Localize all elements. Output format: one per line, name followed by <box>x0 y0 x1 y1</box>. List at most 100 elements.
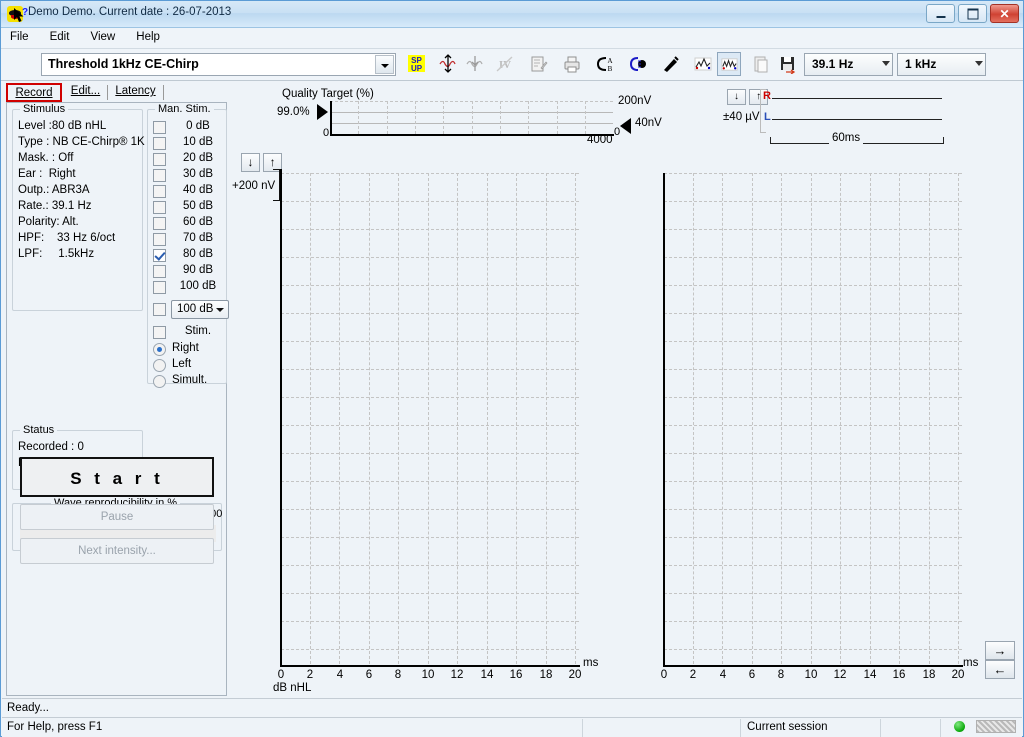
status-group-label: Status <box>20 424 58 436</box>
tab-edit[interactable]: Edit... <box>64 83 107 102</box>
menu-item-file[interactable]: File <box>1 28 38 43</box>
message-bar: Ready... <box>2 698 1022 717</box>
checkbox-30db[interactable] <box>153 169 166 182</box>
level-row-80db[interactable]: 80 dB <box>153 248 225 264</box>
stimulus-mask-label: Mask. : <box>18 152 56 164</box>
waveform-amplitude-label: +200 nV <box>232 180 276 192</box>
waveform-expand-icon[interactable] <box>436 52 460 76</box>
custom-level-value: 100 dB <box>177 303 214 315</box>
checkbox-0db[interactable] <box>153 121 166 134</box>
report-icon[interactable] <box>527 52 551 76</box>
stim-row[interactable]: Stim. <box>153 325 225 341</box>
level-label-0db: 0 dB <box>186 120 210 132</box>
quality-target-residual-value: 40nV <box>635 117 662 129</box>
level-label-50db: 50 dB <box>182 200 214 212</box>
stimulus-rate-value: 39.1 Hz <box>51 200 92 212</box>
radio-simult[interactable] <box>153 375 166 388</box>
stimulus-polarity-label: Polarity: <box>18 216 60 228</box>
chevron-down-icon[interactable] <box>216 308 224 312</box>
waveform-right-plot[interactable] <box>664 173 962 664</box>
c-contrast-icon[interactable] <box>626 52 650 76</box>
stimulus-type-value: NB CE-Chirp® 1K <box>52 136 145 148</box>
fmp-icon[interactable]: IV <box>493 52 517 76</box>
checkbox-stim[interactable] <box>153 326 166 339</box>
x-tick-8: 8 <box>777 669 785 681</box>
svg-text:IV: IV <box>499 59 511 71</box>
context-help-icon[interactable]: ? <box>11 6 33 27</box>
checkbox-50db[interactable] <box>153 201 166 214</box>
checkbox-40db[interactable] <box>153 185 166 198</box>
tab-latency[interactable]: Latency <box>110 83 161 102</box>
chevron-down-icon[interactable] <box>975 61 983 66</box>
checkbox-60db[interactable] <box>153 217 166 230</box>
quality-target-percent: 99.0% <box>277 106 310 118</box>
radio-right[interactable] <box>153 343 166 356</box>
level-row-100db[interactable]: 100 dB <box>153 280 225 296</box>
print-icon[interactable] <box>560 52 584 76</box>
status-bar: For Help, press F1 Current session <box>2 717 1022 737</box>
ab-compare-icon[interactable]: A B <box>593 52 617 76</box>
tab-record[interactable]: Record <box>6 83 62 102</box>
checkbox-70db[interactable] <box>153 233 166 246</box>
level-row-70db[interactable]: 70 dB <box>153 232 225 248</box>
x-tick-18: 18 <box>922 669 936 681</box>
eeg-scale-value: ±40 µV <box>723 111 760 123</box>
chevron-down-icon[interactable] <box>375 55 394 74</box>
navigation-buttons: → ← <box>985 641 1015 679</box>
level-label-60db: 60 dB <box>182 216 214 228</box>
manual-stimulus-group: Man. Stim. 0 dB 10 dB 20 dB 30 dB 40 dB … <box>147 103 229 388</box>
message-bar-text: Ready... <box>7 702 49 714</box>
level-row-20db[interactable]: 20 dB <box>153 152 225 168</box>
cursor-marker-icon[interactable] <box>659 52 683 76</box>
quality-target-x-max: 4000 <box>587 134 613 146</box>
chevron-down-icon[interactable] <box>882 61 890 66</box>
level-row-50db[interactable]: 50 dB <box>153 200 225 216</box>
level-row-custom[interactable]: 100 dB <box>153 300 229 322</box>
waveform-left-plot[interactable] <box>281 173 579 664</box>
menu-item-view[interactable]: View <box>81 28 124 43</box>
waveform-single-icon[interactable] <box>691 52 715 76</box>
stimulus-ear-value: Right <box>48 168 76 180</box>
eeg-scale-down-button[interactable]: ↓ <box>727 89 746 105</box>
checkbox-20db[interactable] <box>153 153 166 166</box>
checkbox-80db[interactable] <box>153 249 166 262</box>
checkbox-custom-level[interactable] <box>153 303 166 316</box>
rate-combo[interactable]: 39.1 Hz <box>804 53 893 76</box>
maximize-button[interactable] <box>958 4 987 23</box>
x-tick-2: 2 <box>689 669 697 681</box>
close-button[interactable]: ✕ <box>990 4 1019 23</box>
checkbox-10db[interactable] <box>153 137 166 150</box>
waveform-scale-down-button[interactable]: ↓ <box>241 153 260 172</box>
level-row-30db[interactable]: 30 dB <box>153 168 225 184</box>
paste-icon[interactable] <box>749 52 773 76</box>
rate-combo-value: 39.1 Hz <box>812 57 854 71</box>
waveform-multi-icon[interactable] <box>717 52 741 76</box>
level-label-70db: 70 dB <box>182 232 214 244</box>
sp-up-icon[interactable]: SP UP <box>404 52 428 76</box>
level-row-10db[interactable]: 10 dB <box>153 136 225 152</box>
minimize-button[interactable] <box>926 4 955 23</box>
eeg-left-label: L <box>764 111 771 123</box>
frequency-combo[interactable]: 1 kHz <box>897 53 986 76</box>
menu-item-edit[interactable]: Edit <box>41 28 79 43</box>
level-row-60db[interactable]: 60 dB <box>153 216 225 232</box>
menu-item-help[interactable]: Help <box>127 28 169 43</box>
stimulus-lpf-value: 1.5kHz <box>58 248 95 260</box>
custom-level-combo[interactable]: 100 dB <box>171 300 229 319</box>
waveform-collapse-icon[interactable] <box>463 52 487 76</box>
protocol-combo[interactable]: Threshold 1kHz CE-Chirp <box>41 53 396 76</box>
radio-left[interactable] <box>153 359 166 372</box>
quality-target-marker-icon <box>317 104 328 120</box>
next-curve-button[interactable]: → <box>985 641 1015 660</box>
x-tick-6: 6 <box>748 669 756 681</box>
start-button[interactable]: S t a r t <box>20 457 214 497</box>
checkbox-100db[interactable] <box>153 281 166 294</box>
previous-curve-button[interactable]: ← <box>985 660 1015 679</box>
next-intensity-button[interactable]: Next intensity... <box>20 538 214 564</box>
pause-button[interactable]: Pause <box>20 504 214 530</box>
level-row-40db[interactable]: 40 dB <box>153 184 225 200</box>
checkbox-90db[interactable] <box>153 265 166 278</box>
level-row-0db[interactable]: 0 dB <box>153 120 225 136</box>
level-row-90db[interactable]: 90 dB <box>153 264 225 280</box>
save-icon[interactable] <box>776 52 800 76</box>
